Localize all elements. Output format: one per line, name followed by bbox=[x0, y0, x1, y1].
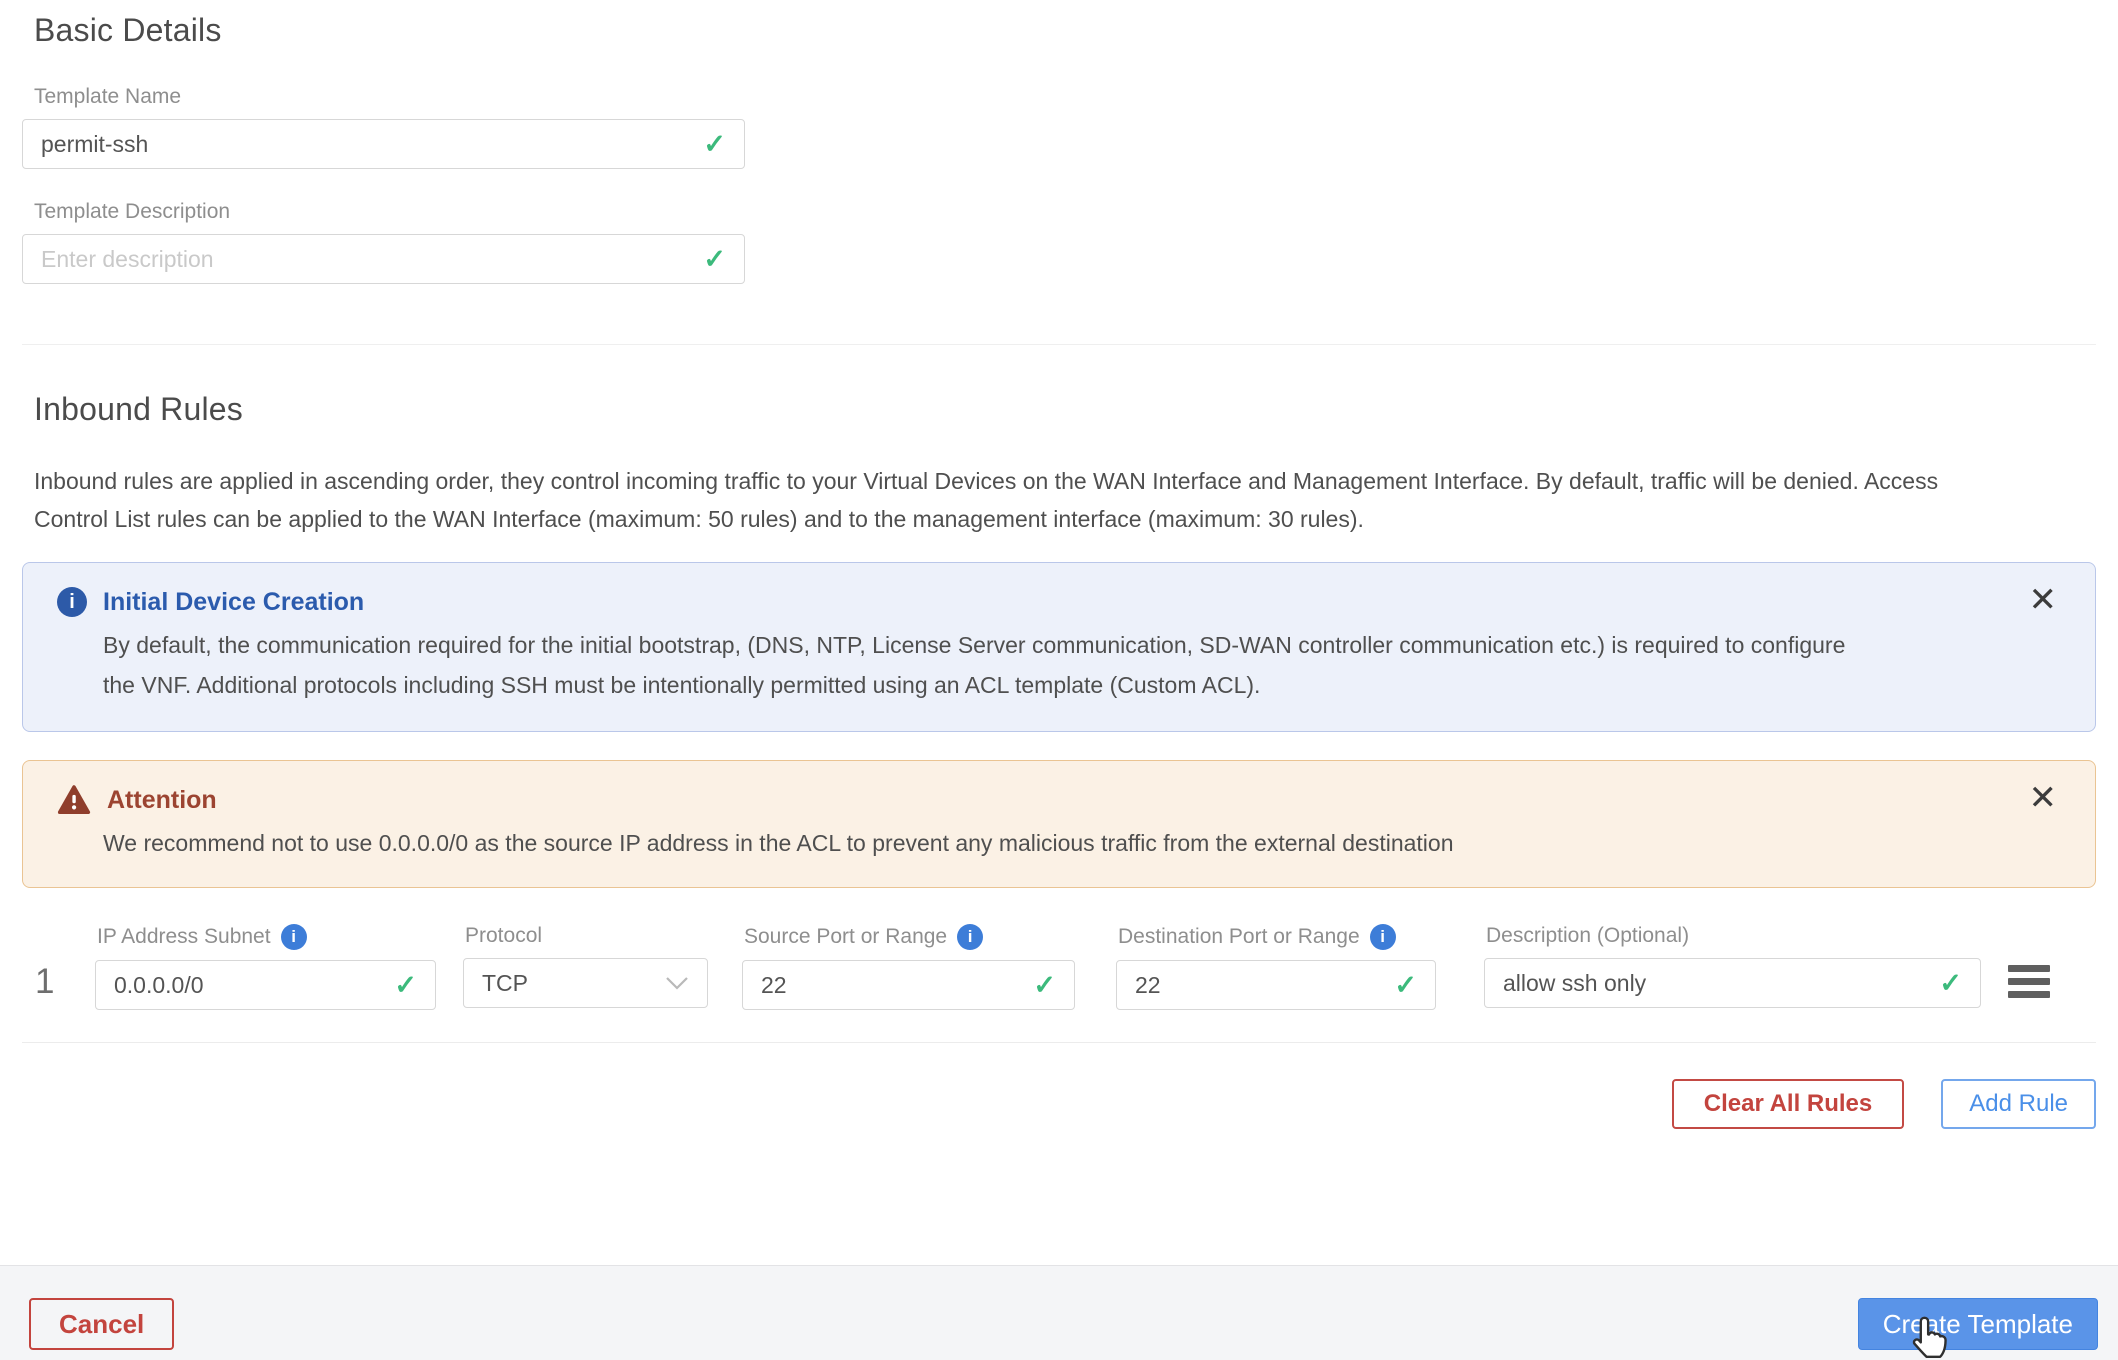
valid-check-icon: ✓ bbox=[703, 246, 726, 273]
warning-alert-header: Attention bbox=[57, 785, 1975, 815]
clear-all-rules-button[interactable]: Clear All Rules bbox=[1672, 1079, 1905, 1129]
valid-check-icon: ✓ bbox=[1939, 970, 1962, 997]
template-name-label: Template Name bbox=[34, 85, 2096, 109]
description-column-label: Description (Optional) bbox=[1486, 924, 1981, 948]
info-icon: i bbox=[57, 587, 87, 617]
rule-ip-subnet-field: IP Address Subnet i ✓ bbox=[95, 924, 436, 1010]
cancel-button[interactable]: Cancel bbox=[29, 1298, 174, 1350]
rule-description-input[interactable] bbox=[1503, 970, 1929, 997]
destination-port-input-box: ✓ bbox=[1116, 960, 1436, 1010]
ip-subnet-input-box: ✓ bbox=[95, 960, 436, 1010]
add-rule-button[interactable]: Add Rule bbox=[1941, 1079, 2096, 1129]
template-description-input-box: ✓ bbox=[22, 234, 745, 284]
basic-details-title: Basic Details bbox=[34, 0, 2096, 49]
hamburger-bar bbox=[2008, 965, 2050, 972]
template-name-field: Template Name ✓ bbox=[22, 85, 2096, 169]
valid-check-icon: ✓ bbox=[1394, 972, 1417, 999]
ip-subnet-input[interactable] bbox=[114, 972, 384, 999]
valid-check-icon: ✓ bbox=[1033, 972, 1056, 999]
inbound-rules-description: Inbound rules are applied in ascending o… bbox=[34, 462, 1939, 538]
rule-row: 1 IP Address Subnet i ✓ Protocol TCP bbox=[22, 924, 2096, 1010]
info-alert-header: i Initial Device Creation bbox=[57, 587, 1975, 617]
create-template-button[interactable]: Create Template bbox=[1858, 1298, 2098, 1350]
hamburger-bar bbox=[2008, 978, 2050, 985]
rule-destination-port-field: Destination Port or Range i ✓ bbox=[1116, 924, 1436, 1010]
protocol-column-label: Protocol bbox=[465, 924, 708, 948]
valid-check-icon: ✓ bbox=[703, 131, 726, 158]
template-description-label: Template Description bbox=[34, 200, 2096, 224]
chevron-down-icon bbox=[665, 976, 689, 990]
info-tooltip-icon[interactable]: i bbox=[957, 924, 983, 950]
info-tooltip-icon[interactable]: i bbox=[1370, 924, 1396, 950]
source-port-input[interactable] bbox=[761, 972, 1023, 999]
destination-port-input[interactable] bbox=[1135, 972, 1384, 999]
warning-alert-body: We recommend not to use 0.0.0.0/0 as the… bbox=[103, 823, 1975, 863]
source-port-label-text: Source Port or Range bbox=[744, 925, 947, 949]
rule-source-port-field: Source Port or Range i ✓ bbox=[742, 924, 1075, 1010]
protocol-select[interactable]: TCP bbox=[463, 958, 708, 1008]
source-port-column-label: Source Port or Range i bbox=[744, 924, 1075, 950]
create-acl-template-page: Basic Details Template Name ✓ Template D… bbox=[0, 0, 2118, 1360]
destination-port-label-text: Destination Port or Range bbox=[1118, 925, 1360, 949]
template-name-input-box: ✓ bbox=[22, 119, 745, 169]
rule-index: 1 bbox=[22, 962, 95, 1010]
rule-drag-handle-icon[interactable] bbox=[2008, 965, 2050, 1010]
section-divider bbox=[22, 344, 2096, 345]
close-icon[interactable]: ✕ bbox=[2029, 583, 2058, 617]
source-port-input-box: ✓ bbox=[742, 960, 1075, 1010]
ip-subnet-label-text: IP Address Subnet bbox=[97, 925, 271, 949]
close-icon[interactable]: ✕ bbox=[2029, 781, 2058, 815]
initial-device-creation-alert: i Initial Device Creation By default, th… bbox=[22, 562, 2096, 732]
warning-icon bbox=[57, 785, 91, 815]
rule-description-field: Description (Optional) ✓ bbox=[1484, 924, 1981, 1010]
info-alert-title: Initial Device Creation bbox=[103, 588, 364, 617]
attention-alert: Attention We recommend not to use 0.0.0.… bbox=[22, 760, 2096, 888]
protocol-label-text: Protocol bbox=[465, 924, 542, 948]
rule-description-input-box: ✓ bbox=[1484, 958, 1981, 1008]
form-content: Basic Details Template Name ✓ Template D… bbox=[0, 0, 2118, 1129]
valid-check-icon: ✓ bbox=[394, 972, 417, 999]
rules-actions: Clear All Rules Add Rule bbox=[22, 1079, 2096, 1129]
warning-alert-title: Attention bbox=[107, 786, 217, 815]
rules-divider bbox=[22, 1042, 2096, 1043]
inbound-rules-title: Inbound Rules bbox=[34, 391, 2096, 428]
footer-action-bar: Cancel Create Template bbox=[0, 1265, 2118, 1360]
hamburger-bar bbox=[2008, 991, 2050, 998]
template-name-input[interactable] bbox=[41, 131, 693, 158]
template-description-field: Template Description ✓ bbox=[22, 200, 2096, 284]
protocol-selected-value: TCP bbox=[482, 970, 528, 997]
info-tooltip-icon[interactable]: i bbox=[281, 924, 307, 950]
rule-protocol-field: Protocol TCP bbox=[463, 924, 708, 1010]
info-alert-body: By default, the communication required f… bbox=[103, 625, 1863, 705]
destination-port-column-label: Destination Port or Range i bbox=[1118, 924, 1436, 950]
ip-subnet-column-label: IP Address Subnet i bbox=[97, 924, 436, 950]
template-description-input[interactable] bbox=[41, 246, 693, 273]
description-label-text: Description (Optional) bbox=[1486, 924, 1689, 948]
